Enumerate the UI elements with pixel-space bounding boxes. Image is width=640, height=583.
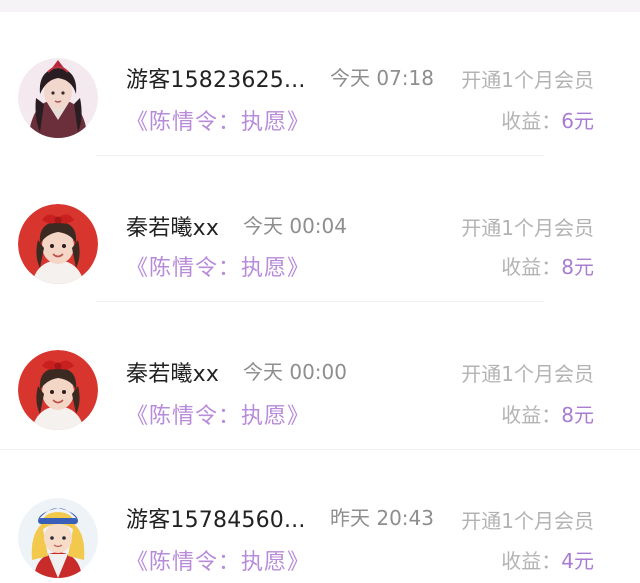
drama-title-link[interactable]: 《陈情令：执愿》 xyxy=(126,250,310,282)
top-status-strip xyxy=(0,0,640,12)
user-name: 秦若曦xx xyxy=(126,362,220,387)
drama-title-link[interactable]: 《陈情令：执愿》 xyxy=(126,398,310,430)
earnings-amount: 4元 xyxy=(561,549,594,573)
earnings-label: 收益： xyxy=(501,255,562,279)
avatar-ancient-costume-icon[interactable] xyxy=(18,58,98,138)
record-time: 昨天 20:43 xyxy=(330,506,434,530)
record-action: 开通1个月会员 xyxy=(461,509,594,533)
record-time: 今天 00:00 xyxy=(243,360,347,384)
row-divider xyxy=(96,155,544,156)
drama-title-link[interactable]: 《陈情令：执愿》 xyxy=(126,544,310,576)
avatar-blonde-cartoon-icon[interactable] xyxy=(18,498,98,578)
earnings-amount: 8元 xyxy=(561,403,594,427)
list-item[interactable]: 秦若曦xx 今天 00:00 开通1个月会员 《陈情令：执愿》 收益：8元 xyxy=(0,304,640,450)
earnings-amount: 6元 xyxy=(561,109,594,133)
record-time: 今天 00:04 xyxy=(243,214,347,238)
earnings-amount: 8元 xyxy=(561,255,594,279)
record-action: 开通1个月会员 xyxy=(461,68,594,92)
earnings-label: 收益： xyxy=(501,109,562,133)
user-name: 游客15784560... xyxy=(126,508,306,533)
drama-title-link[interactable]: 《陈情令：执愿》 xyxy=(126,104,310,136)
earnings: 收益：8元 xyxy=(501,399,594,428)
user-name: 游客15823625... xyxy=(126,68,306,93)
earnings: 收益：4元 xyxy=(501,545,594,574)
earnings: 收益：8元 xyxy=(501,251,594,280)
user-name: 秦若曦xx xyxy=(126,216,220,241)
record-action: 开通1个月会员 xyxy=(461,362,594,386)
record-time: 今天 07:18 xyxy=(330,66,434,90)
earnings-label: 收益： xyxy=(501,549,562,573)
earnings: 收益：6元 xyxy=(501,105,594,134)
list-item[interactable]: 游客15823625... 今天 07:18 开通1个月会员 《陈情令：执愿》 … xyxy=(0,12,640,158)
avatar-child-red-bow-icon[interactable] xyxy=(18,204,98,284)
row-divider xyxy=(96,301,544,302)
list-item[interactable]: 游客15784560... 昨天 20:43 开通1个月会员 《陈情令：执愿》 … xyxy=(0,450,640,583)
list-item[interactable]: 秦若曦xx 今天 00:04 开通1个月会员 《陈情令：执愿》 收益：8元 xyxy=(0,158,640,304)
earnings-label: 收益： xyxy=(501,403,562,427)
avatar-child-red-bow-icon[interactable] xyxy=(18,350,98,430)
record-action: 开通1个月会员 xyxy=(461,216,594,240)
